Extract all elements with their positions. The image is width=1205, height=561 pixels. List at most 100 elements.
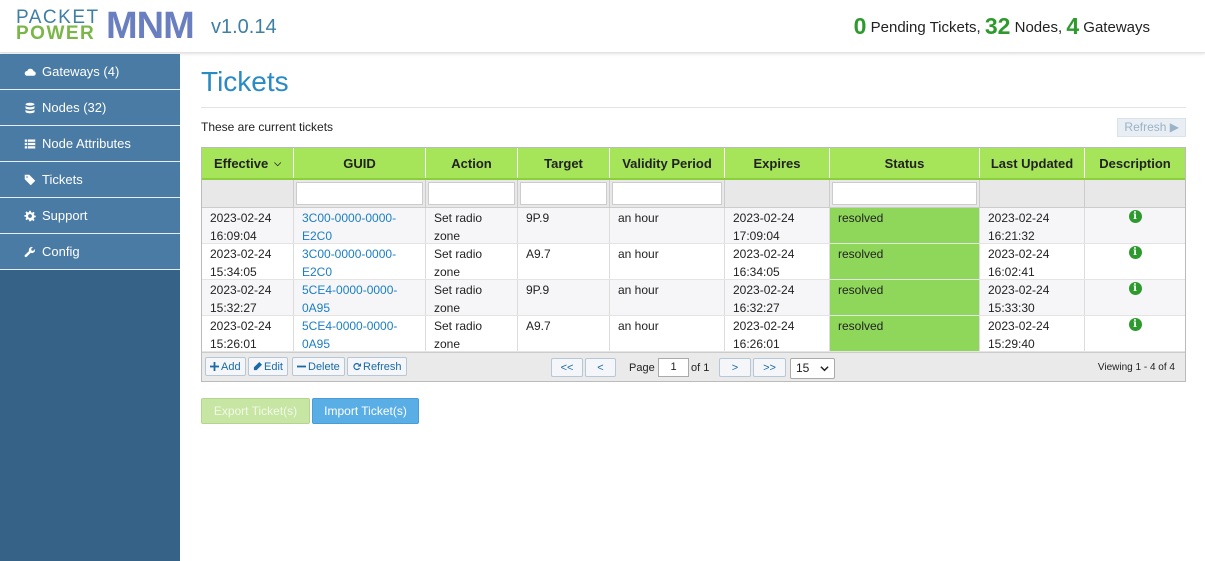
sidebar-item-label: Node Attributes <box>42 136 131 151</box>
grid-header: Effective ⌵ GUID Action Target Validity P… <box>202 148 1185 180</box>
add-button[interactable]: Add <box>205 357 246 376</box>
pencil-icon <box>253 362 262 371</box>
filter-cell-validity <box>610 180 725 207</box>
effective-cell: 2023-02-24 15:34:05 <box>202 244 294 279</box>
refresh-button[interactable]: Refresh <box>347 357 407 376</box>
expires-cell: 2023-02-24 16:32:27 <box>725 280 830 315</box>
info-icon[interactable]: i <box>1128 210 1142 223</box>
page-title: Tickets <box>201 66 289 97</box>
column-header-validity-period[interactable]: Validity Period <box>610 148 725 178</box>
last-updated-cell: 2023-02-24 15:29:40 <box>980 316 1085 351</box>
delete-button[interactable]: Delete <box>292 357 345 376</box>
wrench-icon <box>23 246 37 258</box>
column-header-last-updated[interactable]: Last Updated <box>980 148 1085 178</box>
tag-icon <box>23 174 37 186</box>
filter-cell-description <box>1085 180 1185 207</box>
refresh-link[interactable]: Refresh ▶ <box>1117 118 1186 137</box>
plus-icon <box>210 362 219 371</box>
last-page-button[interactable]: >> <box>753 358 786 377</box>
title-divider <box>201 107 1186 108</box>
target-cell: A9.7 <box>518 316 610 351</box>
logo-bottom-text: POWER <box>16 23 96 44</box>
sidebar-item-label: Support <box>42 208 88 223</box>
sidebar-item-gateways[interactable]: Gateways (4) <box>0 54 180 90</box>
page-size-value: 15 <box>796 361 810 375</box>
list-icon <box>23 138 37 150</box>
info-icon[interactable]: i <box>1128 318 1142 331</box>
table-row[interactable]: 2023-02-24 15:32:27 5CE4-0000-0000-0A95 S… <box>202 280 1185 316</box>
status-cell: resolved <box>830 208 980 243</box>
sidebar-item-node-attributes[interactable]: Node Attributes <box>0 126 180 162</box>
guid-link[interactable]: 5CE4-0000-0000-0A95 <box>294 316 426 351</box>
guid-link[interactable]: 3C00-0000-0000- E2C0 <box>294 244 426 279</box>
sidebar-item-tickets[interactable]: Tickets <box>0 162 180 198</box>
description-cell: i <box>1085 316 1185 351</box>
info-icon[interactable]: i <box>1128 246 1142 259</box>
table-row[interactable]: 2023-02-24 16:09:04 3C00-0000-0000- E2C0 S… <box>202 208 1185 244</box>
table-row[interactable]: 2023-02-24 15:34:05 3C00-0000-0000- E2C0 S… <box>202 244 1185 280</box>
column-header-action[interactable]: Action <box>426 148 518 178</box>
header-stats: 0 Pending Tickets, 32 Nodes, 4 Gateways <box>854 13 1150 40</box>
column-header-effective[interactable]: Effective ⌵ <box>202 148 294 178</box>
sidebar-item-config[interactable]: Config <box>0 234 180 270</box>
nodes-label: Nodes, <box>1014 19 1063 36</box>
effective-cell: 2023-02-24 15:32:27 <box>202 280 294 315</box>
guid-link[interactable]: 5CE4-0000-0000-0A95 <box>294 280 426 315</box>
page-subtitle: These are current tickets <box>201 120 334 134</box>
target-filter-input[interactable] <box>520 182 607 205</box>
database-icon <box>23 102 37 114</box>
action-cell: Set radio zone <box>426 208 518 243</box>
status-cell: resolved <box>830 280 980 315</box>
table-row[interactable]: 2023-02-24 15:26:01 5CE4-0000-0000-0A95 S… <box>202 316 1185 352</box>
guid-filter-input[interactable] <box>296 182 423 205</box>
export-tickets-button[interactable]: Export Ticket(s) <box>201 398 310 424</box>
pending-tickets-count: 0 <box>853 13 867 39</box>
description-cell: i <box>1085 280 1185 315</box>
sidebar: Gateways (4) Nodes (32) Node Attributes … <box>0 54 180 561</box>
sidebar-item-nodes[interactable]: Nodes (32) <box>0 90 180 126</box>
import-tickets-button[interactable]: Import Ticket(s) <box>312 398 419 424</box>
minus-icon <box>297 365 306 368</box>
first-page-button[interactable]: << <box>551 358 583 377</box>
filter-cell-guid <box>294 180 426 207</box>
expires-cell: 2023-02-24 16:34:05 <box>725 244 830 279</box>
sidebar-item-label: Gateways (4) <box>42 64 120 79</box>
grid-pager: Add Edit Delete Refresh << < Page 1 of 1… <box>202 352 1185 381</box>
gear-icon <box>23 210 37 222</box>
prev-page-button[interactable]: < <box>585 358 616 377</box>
edit-button[interactable]: Edit <box>248 357 288 376</box>
filter-cell-action <box>426 180 518 207</box>
action-filter-input[interactable] <box>428 182 515 205</box>
status-filter-input[interactable] <box>832 182 977 205</box>
guid-link[interactable]: 3C00-0000-0000- E2C0 <box>294 208 426 243</box>
page-size-select[interactable]: 15 <box>790 358 835 379</box>
action-cell: Set radio zone <box>426 244 518 279</box>
target-cell: 9P.9 <box>518 280 610 315</box>
gateways-count: 4 <box>1066 13 1080 39</box>
pending-tickets-label: Pending Tickets, <box>870 19 981 36</box>
column-header-status[interactable]: Status <box>830 148 980 178</box>
next-page-button[interactable]: > <box>719 358 751 377</box>
action-cell: Set radio zone <box>426 280 518 315</box>
target-cell: 9P.9 <box>518 208 610 243</box>
column-header-target[interactable]: Target <box>518 148 610 178</box>
page-number-input[interactable]: 1 <box>658 358 689 377</box>
filter-cell-target <box>518 180 610 207</box>
last-updated-cell: 2023-02-24 15:33:30 <box>980 280 1085 315</box>
sidebar-item-label: Config <box>42 244 80 259</box>
column-header-guid[interactable]: GUID <box>294 148 426 178</box>
info-icon[interactable]: i <box>1128 282 1142 295</box>
validity-cell: an hour <box>610 244 725 279</box>
gateways-label: Gateways <box>1083 19 1150 36</box>
filter-cell-status <box>830 180 980 207</box>
sort-desc-icon: ⌵ <box>274 157 282 168</box>
cloud-icon <box>23 66 37 78</box>
column-header-expires[interactable]: Expires <box>725 148 830 178</box>
filter-row <box>202 180 1185 208</box>
last-updated-cell: 2023-02-24 16:02:41 <box>980 244 1085 279</box>
description-cell: i <box>1085 244 1185 279</box>
page-count-label: of 1 <box>691 362 710 374</box>
sidebar-item-support[interactable]: Support <box>0 198 180 234</box>
column-header-description[interactable]: Description <box>1085 148 1185 178</box>
validity-filter-input[interactable] <box>612 182 722 205</box>
